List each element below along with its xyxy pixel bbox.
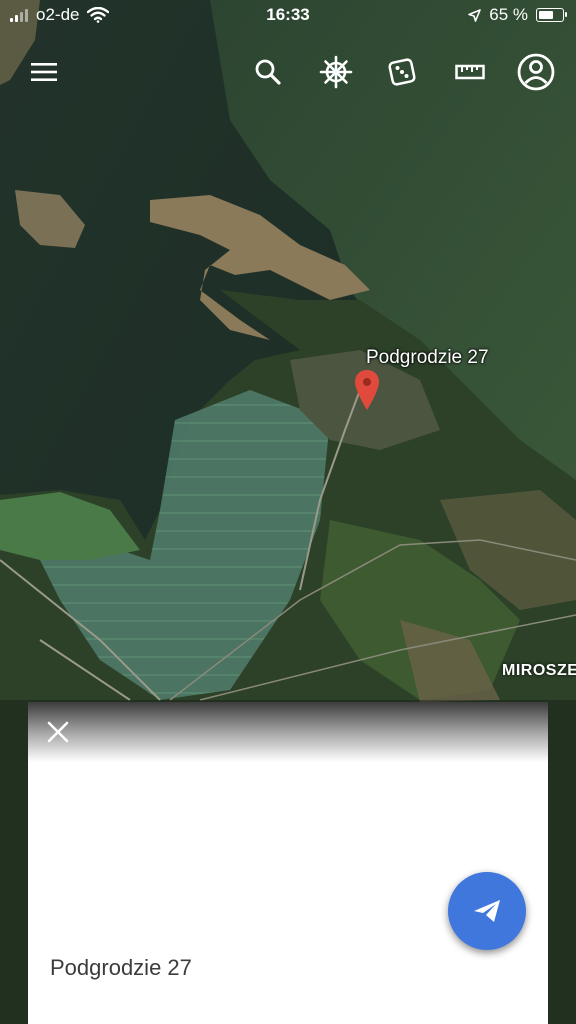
place-card-header xyxy=(28,702,548,762)
town-label: MIROSZE xyxy=(502,662,576,679)
voyager-wheel-icon xyxy=(319,55,353,89)
menu-button[interactable] xyxy=(24,52,64,92)
map-marker-icon[interactable] xyxy=(355,370,379,410)
account-icon xyxy=(517,53,555,91)
random-dice-icon xyxy=(388,58,416,86)
voyager-button[interactable] xyxy=(316,52,356,92)
measure-ruler-icon xyxy=(455,64,485,80)
location-arrow-icon xyxy=(468,8,482,22)
close-icon[interactable] xyxy=(44,718,72,746)
battery-percent: 65 % xyxy=(489,5,528,24)
status-bar: o2-de 16:33 65 % xyxy=(0,0,576,30)
place-card: Podgrodzie 27 xyxy=(28,702,548,1024)
measure-button[interactable] xyxy=(450,52,490,92)
share-button[interactable] xyxy=(448,872,526,950)
place-title: Podgrodzie 27 xyxy=(50,955,192,980)
menu-icon xyxy=(31,63,57,81)
search-icon xyxy=(255,59,281,85)
battery-icon xyxy=(536,8,567,22)
random-button[interactable] xyxy=(382,52,422,92)
send-icon xyxy=(474,900,500,922)
account-button[interactable] xyxy=(516,52,556,92)
search-button[interactable] xyxy=(248,52,288,92)
place-pin-label[interactable]: Podgrodzie 27 xyxy=(366,347,489,369)
